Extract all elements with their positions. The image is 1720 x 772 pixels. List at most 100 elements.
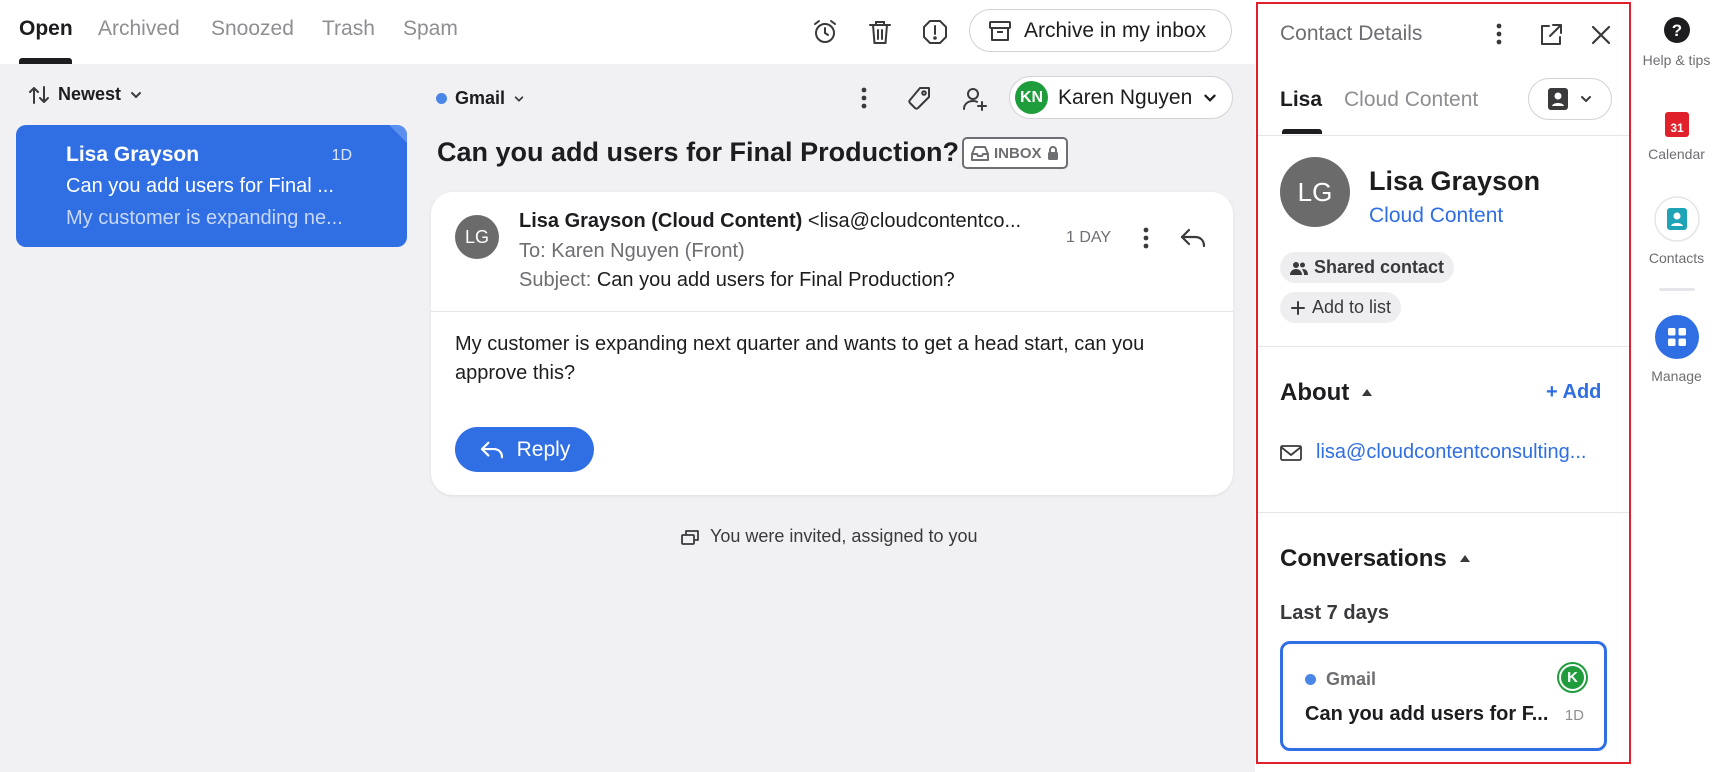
contact-company-link[interactable]: Cloud Content [1369,204,1503,228]
lock-icon [1047,145,1059,161]
message-more-icon[interactable] [1131,222,1161,254]
contact-avatar: LG [1280,157,1350,227]
sender-avatar: LG [455,215,499,259]
event-text: You were invited, assigned to you [710,526,978,546]
message-to: To: Karen Nguyen (Front) [519,240,745,263]
divider [1258,512,1629,513]
rail-calendar[interactable]: 31 Calendar [1633,110,1720,162]
rail-divider [1659,288,1695,291]
sort-arrows-icon [28,85,50,105]
from-name: Lisa Grayson (Cloud Content) [519,210,803,232]
rail-manage-label: Manage [1651,368,1702,384]
snooze-alarm-icon[interactable] [807,14,843,50]
contact-email: lisa@cloudcontentconsulting... [1316,441,1587,463]
more-options-icon[interactable] [849,82,879,114]
reply-button[interactable]: Reply [455,427,594,472]
caret-up-icon [1361,388,1373,398]
contacts-icon [1653,196,1700,242]
divider [1258,135,1629,136]
tag-icon[interactable] [902,82,936,116]
related-conversation-card[interactable]: Gmail K Can you add users for F... 1D [1280,641,1607,751]
channel-label: Gmail [455,88,506,108]
about-section-toggle[interactable]: About [1280,379,1373,407]
tab-open[interactable]: Open [19,17,73,41]
archive-box-icon [988,19,1012,43]
channel-dot-icon [436,93,447,104]
add-to-list-button[interactable]: Add to list [1280,292,1402,323]
channel-selector[interactable]: Gmail [436,88,525,109]
sort-label: Newest [58,84,122,104]
contact-details-panel: Contact Details Lisa Cloud Content LG Li… [1256,2,1631,764]
chevron-down-icon [513,93,525,105]
last-7-days-label: Last 7 days [1280,602,1389,624]
inbox-badge: INBOX [962,137,1068,169]
conversation-sender: Lisa Grayson [66,143,200,166]
card-corner-flag [389,125,407,143]
from-email: <lisa@cloudcontentco... [807,210,1022,232]
conversations-label: Conversations [1280,545,1447,572]
contact-view-toggle[interactable] [1528,78,1612,120]
open-external-icon[interactable] [1534,18,1568,52]
conversation-subject: Can you add users for Final ... [66,175,334,197]
add-field-button[interactable]: + Add [1546,381,1601,404]
rail-contacts[interactable]: Contacts [1633,196,1720,266]
subject-value: Can you add users for Final Production? [596,269,955,291]
to-label: To: [519,240,546,262]
archive-in-inbox-button[interactable]: Archive in my inbox [969,9,1232,52]
rail-calendar-label: Calendar [1648,146,1705,162]
subject-label: Subject: [519,269,592,291]
svg-text:?: ? [1671,21,1681,40]
divider [1258,346,1629,347]
assignee-name: Karen Nguyen [1058,85,1193,109]
sort-dropdown[interactable]: Newest [28,84,143,105]
right-rail: ? Help & tips 31 Calendar Contacts Manag… [1633,0,1720,772]
tab-contact-company[interactable]: Cloud Content [1344,88,1478,112]
chevron-down-icon [1202,90,1218,106]
trash-icon[interactable] [862,14,898,50]
add-to-list-label: Add to list [1312,297,1392,317]
tab-spam[interactable]: Spam [403,17,458,41]
calendar-icon: 31 [1664,110,1690,138]
conv-time: 1D [1564,707,1584,724]
conv-channel-label: Gmail [1326,669,1377,689]
spam-alert-icon[interactable] [917,14,953,50]
shared-contact-chip: Shared contact [1280,252,1455,283]
help-icon: ? [1663,16,1691,44]
people-icon [1290,260,1308,276]
contact-card-icon [1547,87,1569,111]
about-label: About [1280,379,1350,406]
panel-more-icon[interactable] [1486,18,1512,50]
tab-snoozed[interactable]: Snoozed [211,17,294,41]
rail-contacts-label: Contacts [1648,250,1705,266]
rail-help[interactable]: ? Help & tips [1633,16,1720,68]
plus-icon [1290,300,1306,316]
message-time: 1 DAY [1066,229,1112,246]
tab-trash[interactable]: Trash [322,17,375,41]
assignee-avatar: KN [1015,81,1048,114]
conversation-title: Can you add users for Final Production? [437,137,960,167]
conversation-list-item[interactable]: Lisa Grayson 1D Can you add users for Fi… [16,125,407,247]
svg-text:31: 31 [1670,121,1684,135]
reply-label: Reply [516,437,571,461]
inbox-badge-label: INBOX [994,144,1042,162]
message-subject: Subject: Can you add users for Final Pro… [519,269,955,292]
conversation-preview: My customer is expanding ne... [66,207,343,229]
contact-name: Lisa Grayson [1369,166,1541,196]
inbox-tray-icon [971,145,989,161]
conv-assignee-avatar: K [1559,664,1586,691]
tab-archived[interactable]: Archived [98,17,180,41]
tab-contact-person[interactable]: Lisa [1280,88,1322,112]
conversations-section-toggle[interactable]: Conversations [1280,545,1471,573]
contact-email-link[interactable]: lisa@cloudcontentconsulting... [1280,441,1586,464]
channel-dot-icon [1305,674,1316,685]
close-icon[interactable] [1584,18,1618,52]
assignee-selector[interactable]: KN Karen Nguyen [1009,76,1233,119]
rail-manage[interactable]: Manage [1633,314,1720,384]
message-body: My customer is expanding next quarter an… [455,333,1145,384]
chevron-down-icon [1579,92,1593,106]
add-participant-icon[interactable] [958,82,992,116]
chevron-down-icon [129,88,143,102]
reply-arrow-icon[interactable] [1176,222,1210,254]
to-value: Karen Nguyen (Front) [551,240,745,262]
conv-subject: Can you add users for F... [1305,703,1549,725]
